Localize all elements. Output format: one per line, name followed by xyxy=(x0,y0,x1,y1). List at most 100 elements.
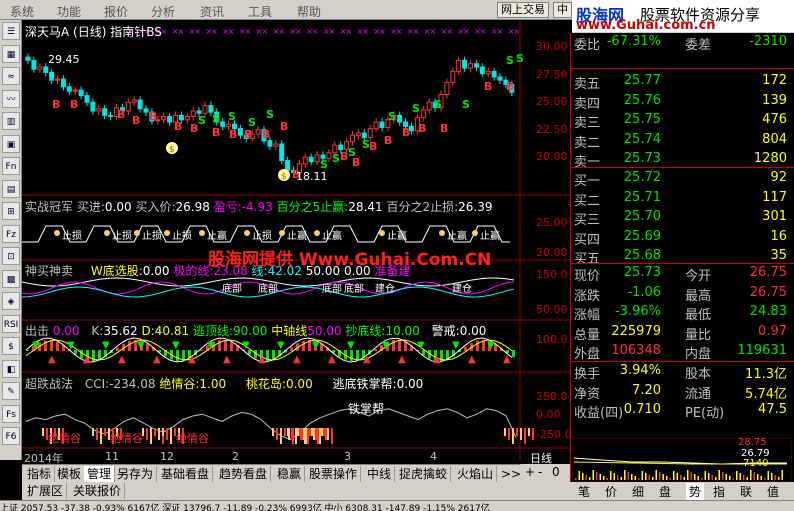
online-trade-button[interactable]: 网上交易 xyxy=(497,2,549,18)
tab-3[interactable]: 另存为 xyxy=(114,466,158,482)
zoom-zero[interactable]: 0 xyxy=(552,465,560,479)
menu-function[interactable]: 功能 xyxy=(57,3,81,20)
quote-label-2: PE(动) xyxy=(685,406,725,421)
menu-help[interactable]: 帮助 xyxy=(297,3,321,20)
tab-0[interactable]: 指标 xyxy=(24,466,56,482)
money-bag-symbol: $ xyxy=(281,172,287,182)
toolbar-button-9[interactable]: Fz xyxy=(2,224,20,243)
money-icon xyxy=(379,230,385,236)
candle-body xyxy=(55,78,60,81)
tab-1[interactable]: 模板 xyxy=(54,466,86,482)
quote-value: 25.68 xyxy=(623,248,661,263)
toolbar-button-16[interactable]: ✎ xyxy=(2,382,20,400)
menu-tools[interactable]: 工具 xyxy=(248,3,272,20)
toolbar-button-4[interactable]: ▥ xyxy=(2,112,20,130)
zoom-plus[interactable]: + xyxy=(525,465,535,479)
mini-volume-bar xyxy=(715,477,717,480)
toolbar-button-8[interactable]: ⊞ xyxy=(2,202,20,220)
cci-bar xyxy=(309,428,311,436)
mini-volume-bar xyxy=(631,474,633,480)
quote-row: 卖三 25.75 476 xyxy=(573,112,791,131)
mid-button[interactable]: 中 xyxy=(553,2,572,18)
tab-linked-quote[interactable]: 关联报价 xyxy=(70,483,126,499)
signal-dot: × xyxy=(177,27,184,36)
mini-volume-bar xyxy=(620,477,622,480)
tab-10[interactable]: 火焰山 xyxy=(454,466,498,482)
toolbar-button-7[interactable]: ▤ xyxy=(2,179,20,198)
quote-label-2: 流通 xyxy=(685,386,712,402)
tab-2[interactable]: 管理 xyxy=(84,466,116,482)
menu-analysis[interactable]: 分析 xyxy=(151,3,175,20)
signal-dot: × xyxy=(245,27,252,36)
signal-dot: × xyxy=(295,27,302,36)
toolbar-button-18[interactable]: F6 xyxy=(2,427,20,445)
quote-tab-7[interactable]: 值 xyxy=(767,483,779,500)
quote-tab-4[interactable]: 势 xyxy=(686,483,705,500)
tab-8[interactable]: 中线 xyxy=(364,466,396,482)
toolbar-button-17[interactable]: Fs xyxy=(2,404,20,423)
zoom-minus[interactable]: - xyxy=(538,465,542,479)
candle-body xyxy=(90,101,96,112)
tab-5[interactable]: 趋势看盘 xyxy=(216,466,272,482)
cci-bar xyxy=(524,428,526,444)
mini-volume-bar xyxy=(704,471,706,480)
take-profit-label: 止赢 xyxy=(447,229,467,242)
toolbar-button-6[interactable]: Fn xyxy=(2,157,20,175)
mini-volume-bar xyxy=(624,470,626,480)
tab-4[interactable]: 基础看盘 xyxy=(158,466,214,482)
menu-quote[interactable]: 报价 xyxy=(104,3,128,20)
axis-main-4: 20.00 xyxy=(536,150,568,163)
tab-6[interactable]: 稳赢 xyxy=(274,466,306,482)
quote-value-2: 139 xyxy=(762,92,787,108)
panel2-buyin: 0.00 xyxy=(104,200,132,214)
candle-body xyxy=(308,156,314,163)
bottom-signal-label: 底部 xyxy=(258,282,278,295)
toolbar-button-12[interactable]: ◈ xyxy=(2,292,20,310)
tab-7[interactable]: 股票操作 xyxy=(306,466,362,482)
axis-main-3: 22.50 xyxy=(536,123,568,136)
toolbar-button-1[interactable]: ▦ xyxy=(2,44,20,63)
tab-9[interactable]: 捉虎擒蛟 xyxy=(396,466,452,482)
panel5-title: 超跌战法 CCI:-234.08 绝情谷:1.00 桃花岛:0.00 逃底铁掌帮… xyxy=(25,375,423,392)
quote-tab-6[interactable]: 联 xyxy=(740,483,752,500)
quote-tab-0[interactable]: 笔 xyxy=(578,483,590,500)
cci-bar xyxy=(276,428,278,440)
quote-tab-3[interactable]: 盘 xyxy=(659,483,671,500)
signal-dot: × xyxy=(228,27,235,36)
toolbar-button-2[interactable]: ≈ xyxy=(2,67,20,85)
cci-bar xyxy=(162,428,164,436)
candle-body xyxy=(285,160,291,171)
cci-line xyxy=(25,408,517,440)
mini-volume-bar xyxy=(764,478,766,480)
mini-volume-bar xyxy=(750,470,752,480)
toolbar-button-0[interactable]: ☰ xyxy=(2,22,20,40)
quote-tab-1[interactable]: 价 xyxy=(605,483,617,500)
tab-extension[interactable]: 扩展区 xyxy=(24,483,68,499)
signal-dot: × xyxy=(329,27,336,36)
quote-tab-5[interactable]: 指 xyxy=(713,483,725,500)
signal-dot: × xyxy=(211,27,218,36)
quote-tab-2[interactable]: 细 xyxy=(632,483,644,500)
menu-news[interactable]: 资讯 xyxy=(200,3,224,20)
toolbar-button-15[interactable]: ◧ xyxy=(2,359,20,378)
quote-label-2: 量比 xyxy=(685,327,712,343)
toolbar-button-13[interactable]: RSI xyxy=(2,314,20,333)
menu-system[interactable]: 系统 xyxy=(10,3,34,20)
status-bar: 上证 2057.53 -37.38 -0.93% 6167亿 深证 13796.… xyxy=(0,500,794,511)
quote-row: 买一 25.72 92 xyxy=(573,170,791,189)
toolbar-button-14[interactable]: $ xyxy=(2,337,20,355)
toolbar-button-11[interactable]: ▩ xyxy=(2,269,20,288)
toolbar-button-10[interactable]: ⊡ xyxy=(2,247,20,265)
mini-volume-bar xyxy=(669,478,671,480)
mini-volume-bar xyxy=(725,474,727,480)
buy-marker: B xyxy=(229,128,237,141)
toolbar-button-3[interactable]: 〰 xyxy=(2,89,20,108)
mini-volume-bar xyxy=(638,478,640,480)
date-m2: 2 xyxy=(232,450,239,463)
toolbar-button-5[interactable]: ▣ xyxy=(2,134,20,153)
buy-marker: B xyxy=(506,80,514,93)
extension-tabbar: 扩展区 关联报价 xyxy=(22,482,570,500)
cci-bar xyxy=(303,428,305,440)
buy-marker: B xyxy=(402,126,410,139)
mini-volume-bar xyxy=(739,473,741,480)
